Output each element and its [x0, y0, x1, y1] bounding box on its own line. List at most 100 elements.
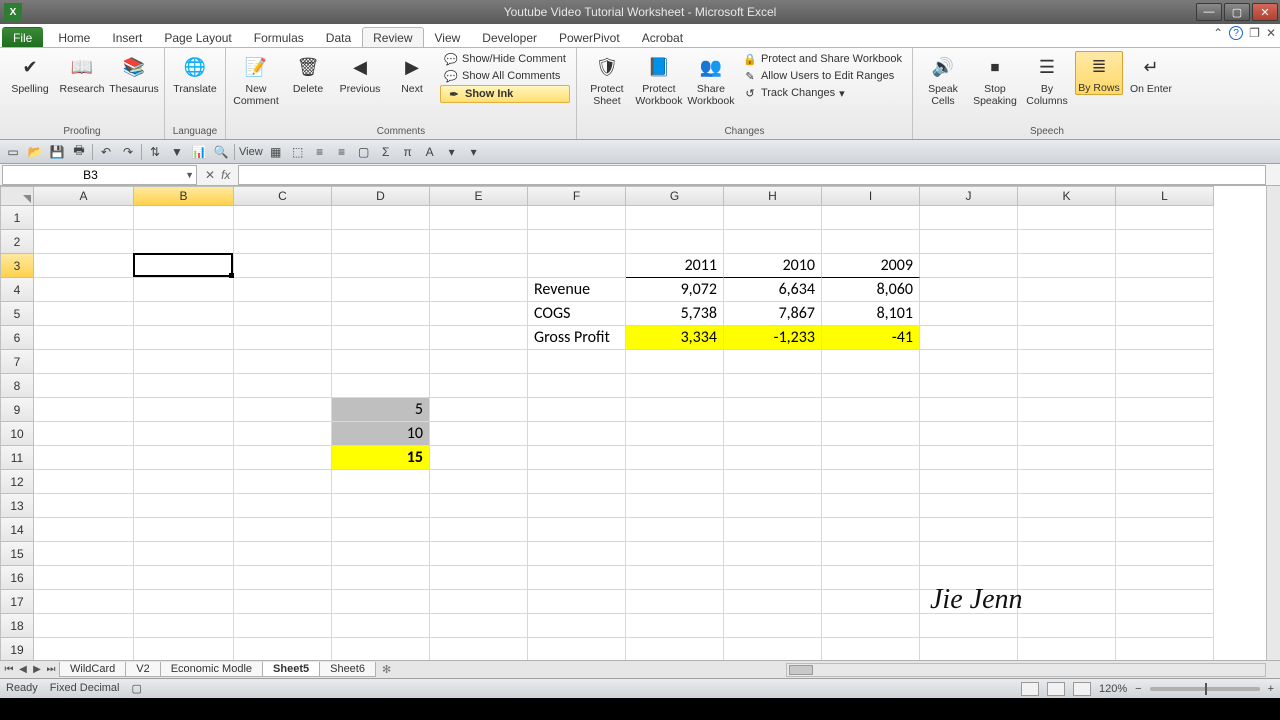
- view-layout-button[interactable]: [1047, 682, 1065, 696]
- protect-share-workbook-button[interactable]: 🔒Protect and Share Workbook: [739, 51, 906, 67]
- sheet-tab-sheet5[interactable]: Sheet5: [262, 662, 320, 677]
- cell-F6[interactable]: Gross Profit: [528, 326, 626, 350]
- qat-undo-icon[interactable]: ↶: [97, 143, 115, 161]
- zoom-slider[interactable]: [1150, 687, 1260, 691]
- col-header-H[interactable]: H: [724, 186, 822, 206]
- row-header-19[interactable]: 19: [0, 638, 34, 662]
- status-record-icon[interactable]: ▢: [131, 682, 141, 695]
- sheet-tab-economic-modle[interactable]: Economic Modle: [160, 662, 263, 677]
- qat-print-icon[interactable]: 🖶: [70, 143, 88, 161]
- cell-D11[interactable]: 15: [332, 446, 430, 470]
- fx-icon[interactable]: fx: [221, 168, 230, 182]
- close-button[interactable]: ✕: [1252, 3, 1278, 21]
- row-header-10[interactable]: 10: [0, 422, 34, 446]
- qat-borders-icon[interactable]: ▢: [355, 143, 373, 161]
- window-close-inner-icon[interactable]: ✕: [1266, 26, 1276, 40]
- cell-G5[interactable]: 5,738: [626, 302, 724, 326]
- name-box[interactable]: B3▼: [2, 165, 197, 185]
- translate-button[interactable]: 🌐Translate: [171, 51, 219, 97]
- qat-chart-icon[interactable]: 📊: [190, 143, 208, 161]
- cell-I6[interactable]: -41: [822, 326, 920, 350]
- row-header-6[interactable]: 6: [0, 326, 34, 350]
- cell-H3[interactable]: 2010: [724, 254, 822, 278]
- thesaurus-button[interactable]: 📚Thesaurus: [110, 51, 158, 97]
- row-header-5[interactable]: 5: [0, 302, 34, 326]
- speak-cells-button[interactable]: 🔊Speak Cells: [919, 51, 967, 109]
- qat-open-icon[interactable]: 📂: [26, 143, 44, 161]
- qat-new-icon[interactable]: ▭: [4, 143, 22, 161]
- cell-F4[interactable]: Revenue: [528, 278, 626, 302]
- next-comment-button[interactable]: ▶Next: [388, 51, 436, 97]
- row-header-4[interactable]: 4: [0, 278, 34, 302]
- tab-review[interactable]: Review: [362, 27, 423, 47]
- select-all-corner[interactable]: [0, 186, 34, 206]
- delete-comment-button[interactable]: 🗑Delete: [284, 51, 332, 97]
- col-header-C[interactable]: C: [234, 186, 332, 206]
- tab-acrobat[interactable]: Acrobat: [631, 27, 694, 47]
- tab-home[interactable]: Home: [47, 27, 101, 47]
- col-header-F[interactable]: F: [528, 186, 626, 206]
- cell-D9[interactable]: 5: [332, 398, 430, 422]
- cell-F5[interactable]: COGS: [528, 302, 626, 326]
- sheet-tab-v2[interactable]: V2: [125, 662, 160, 677]
- qat-more-icon[interactable]: ▾: [465, 143, 483, 161]
- col-header-J[interactable]: J: [920, 186, 1018, 206]
- sheet-nav-last-icon[interactable]: ⏭: [44, 664, 58, 675]
- cell-H6[interactable]: -1,233: [724, 326, 822, 350]
- sheet-nav-first-icon[interactable]: ⏮: [2, 664, 16, 675]
- spelling-button[interactable]: ✔Spelling: [6, 51, 54, 97]
- qat-sigma-icon[interactable]: Σ: [377, 143, 395, 161]
- tab-insert[interactable]: Insert: [101, 27, 153, 47]
- allow-edit-ranges-button[interactable]: ✎Allow Users to Edit Ranges: [739, 68, 906, 84]
- qat-fill-icon[interactable]: ▾: [443, 143, 461, 161]
- qat-align-center-icon[interactable]: ≡: [333, 143, 351, 161]
- qat-zoom-icon[interactable]: 🔍: [212, 143, 230, 161]
- view-pagebreak-button[interactable]: [1073, 682, 1091, 696]
- show-ink-button[interactable]: ✒Show Ink: [440, 85, 570, 103]
- cancel-formula-icon[interactable]: ✕: [205, 168, 215, 182]
- stop-speaking-button[interactable]: ⏹Stop Speaking: [971, 51, 1019, 109]
- row-header-14[interactable]: 14: [0, 518, 34, 542]
- share-workbook-button[interactable]: 👥Share Workbook: [687, 51, 735, 109]
- cells-area[interactable]: 201120102009Revenue9,0726,6348,060COGS5,…: [34, 206, 1266, 660]
- cell-I5[interactable]: 8,101: [822, 302, 920, 326]
- show-hide-comment-button[interactable]: 💬Show/Hide Comment: [440, 51, 570, 67]
- tab-formulas[interactable]: Formulas: [243, 27, 315, 47]
- previous-comment-button[interactable]: ◀Previous: [336, 51, 384, 97]
- horizontal-scrollbar[interactable]: [786, 663, 1266, 677]
- by-columns-button[interactable]: ☰By Columns: [1023, 51, 1071, 109]
- qat-font-icon[interactable]: A: [421, 143, 439, 161]
- cell-G6[interactable]: 3,334: [626, 326, 724, 350]
- col-header-B[interactable]: B: [134, 186, 234, 206]
- research-button[interactable]: 📖Research: [58, 51, 106, 97]
- tab-view[interactable]: View: [424, 27, 472, 47]
- col-header-D[interactable]: D: [332, 186, 430, 206]
- new-sheet-button[interactable]: ✻: [376, 662, 397, 677]
- qat-align-left-icon[interactable]: ≡: [311, 143, 329, 161]
- formula-input[interactable]: [238, 165, 1266, 185]
- sheet-nav-next-icon[interactable]: ▶: [30, 664, 44, 675]
- cell-H4[interactable]: 6,634: [724, 278, 822, 302]
- col-header-E[interactable]: E: [430, 186, 528, 206]
- cell-I4[interactable]: 8,060: [822, 278, 920, 302]
- row-header-16[interactable]: 16: [0, 566, 34, 590]
- row-header-13[interactable]: 13: [0, 494, 34, 518]
- sheet-nav[interactable]: ⏮ ◀ ▶ ⏭: [0, 664, 60, 675]
- cell-D10[interactable]: 10: [332, 422, 430, 446]
- col-header-G[interactable]: G: [626, 186, 724, 206]
- qat-save-icon[interactable]: 💾: [48, 143, 66, 161]
- minimize-ribbon-icon[interactable]: ⌃: [1213, 26, 1223, 40]
- tab-powerpivot[interactable]: PowerPivot: [548, 27, 631, 47]
- on-enter-button[interactable]: ↵On Enter: [1127, 51, 1175, 97]
- col-header-K[interactable]: K: [1018, 186, 1116, 206]
- row-header-12[interactable]: 12: [0, 470, 34, 494]
- col-header-A[interactable]: A: [34, 186, 134, 206]
- tab-data[interactable]: Data: [315, 27, 362, 47]
- col-header-I[interactable]: I: [822, 186, 920, 206]
- row-header-7[interactable]: 7: [0, 350, 34, 374]
- row-header-18[interactable]: 18: [0, 614, 34, 638]
- view-normal-button[interactable]: [1021, 682, 1039, 696]
- row-header-1[interactable]: 1: [0, 206, 34, 230]
- vertical-scrollbar[interactable]: [1266, 186, 1280, 660]
- sheet-nav-prev-icon[interactable]: ◀: [16, 664, 30, 675]
